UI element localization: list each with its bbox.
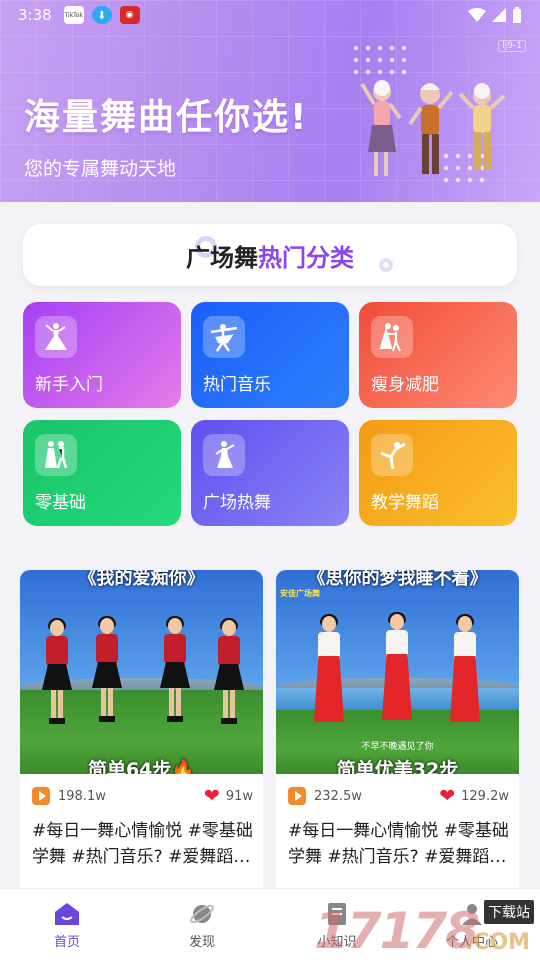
ballet-dancer-icon (203, 316, 245, 358)
section-title: 广场舞热门分类 (186, 238, 354, 273)
video-card[interactable]: 《我的爱痴你》 简单64步🔥 198.1w ❤ 91w #每日一舞心情愉悦 #零… (20, 570, 263, 900)
play-count: 232.5w (314, 788, 362, 804)
dancer-figure (92, 616, 122, 728)
category-beginner[interactable]: 新手入门 (23, 302, 181, 408)
signal-icon (492, 8, 506, 22)
dancer-dress-icon (35, 316, 77, 358)
section-title-main: 广场舞 (186, 243, 258, 272)
like-count: 91w (225, 788, 253, 804)
thumbnail-caption: 不早不晚遇见了你 (361, 742, 434, 752)
decorative-ring (379, 258, 393, 272)
heart-icon[interactable]: ❤ (204, 786, 220, 806)
category-weight-loss[interactable]: 瘦身减肥 (359, 302, 517, 408)
flamenco-dancer-icon (203, 434, 245, 476)
watermark-download-label: 下载站 (484, 900, 534, 924)
tiktok-notification-icon: TikTok (63, 6, 84, 24)
like-count: 129.2w (461, 788, 509, 804)
category-hot-music[interactable]: 热门音乐 (191, 302, 349, 408)
heart-icon[interactable]: ❤ (439, 786, 455, 806)
video-thumbnail[interactable]: 《思你的梦我睡不着》 安佳广场舞 不早不晚遇见了你 简单优美32步 (276, 570, 519, 774)
category-teaching-dance[interactable]: 教学舞蹈 (359, 420, 517, 526)
category-label: 教学舞蹈 (371, 493, 439, 513)
dancing-seniors-illustration (360, 80, 506, 176)
dancer-figure (42, 618, 72, 730)
category-label: 广场热舞 (203, 493, 271, 513)
dancer-figure (214, 618, 244, 730)
home-icon (53, 901, 81, 927)
banner-title: 海量舞曲任你选! (24, 97, 309, 138)
yoga-pose-icon (371, 434, 413, 476)
pair-dancers-icon (35, 434, 77, 476)
dancer-figure (382, 612, 412, 724)
section-header-hot-categories: 广场舞热门分类 (23, 224, 517, 286)
thumbnail-subtitle: 简单优美32步 (336, 759, 459, 774)
top-banner: 3:38 TikTok ⬇ ◉ lj9-1 海量舞曲任你选! 您的专属舞动天地 (0, 0, 540, 202)
tab-label: 发现 (188, 935, 215, 950)
download-notification-icon: ⬇ (91, 6, 112, 24)
dancer-figure (160, 616, 190, 728)
video-description: #每日一舞心情愉悦 #零基础学舞 #热门音乐? #爱舞蹈… (32, 821, 253, 867)
status-time: 3:38 (18, 6, 52, 24)
category-label: 瘦身减肥 (371, 375, 439, 395)
video-stats: 232.5w ❤ 129.2w (288, 784, 509, 808)
category-square-dance[interactable]: 广场热舞 (191, 420, 349, 526)
play-count: 198.1w (58, 788, 106, 804)
video-thumbnail[interactable]: 《我的爱痴你》 简单64步🔥 (20, 570, 263, 774)
tab-label: 首页 (53, 935, 80, 950)
tab-discover[interactable]: 发现 (162, 901, 242, 950)
thumbnail-title: 《我的爱痴你》 (78, 570, 205, 589)
play-count-icon (288, 787, 306, 805)
thumbnail-title: 《思你的梦我睡不着》 (307, 570, 488, 589)
battery-icon (513, 7, 521, 23)
video-description: #每日一舞心情愉悦 #零基础学舞 #热门音乐? #爱舞蹈… (288, 821, 509, 867)
thumbnail-subtitle: 简单64步🔥 (87, 759, 196, 774)
category-zero-basis[interactable]: 零基础 (23, 420, 181, 526)
tab-home[interactable]: 首页 (27, 901, 107, 950)
banner-subtitle: 您的专属舞动天地 (24, 158, 177, 180)
wifi-icon (468, 8, 486, 22)
couple-dance-icon (371, 316, 413, 358)
site-watermark: 17178 下载站 .COM (314, 896, 536, 960)
banner-tag: lj9-1 (498, 40, 526, 52)
category-label: 热门音乐 (203, 375, 271, 395)
dancer-figure (314, 614, 344, 726)
play-count-icon (32, 787, 50, 805)
watermark-number: 17178 (314, 902, 480, 960)
planet-icon (188, 901, 216, 927)
channel-logo-text: 安佳广场舞 (280, 589, 320, 598)
video-stats: 198.1w ❤ 91w (32, 784, 253, 808)
video-card[interactable]: 《思你的梦我睡不着》 安佳广场舞 不早不晚遇见了你 简单优美32步 232.5w… (276, 570, 519, 900)
section-title-highlight: 热门分类 (258, 243, 354, 272)
app-notification-icon: ◉ (119, 6, 140, 24)
status-bar: 3:38 TikTok ⬇ ◉ (0, 0, 540, 30)
watermark-domain: .COM (464, 930, 530, 955)
category-label: 零基础 (35, 493, 86, 513)
category-label: 新手入门 (35, 375, 103, 395)
dancer-figure (450, 614, 480, 726)
